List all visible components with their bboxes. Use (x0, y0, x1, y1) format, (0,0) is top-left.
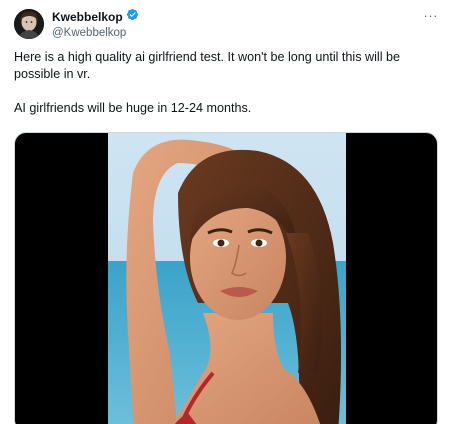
tweet-card: Kwebbelkop @Kwebbelkop ··· Here is a hig… (0, 0, 452, 424)
more-options-icon[interactable]: ··· (424, 8, 439, 23)
tweet-text-line-2: AI girlfriends will be huge in 12-24 mon… (14, 101, 252, 115)
avatar-photo-icon (14, 9, 44, 39)
tweet-media[interactable] (14, 132, 438, 424)
avatar[interactable] (14, 9, 44, 39)
tweet-text: Here is a high quality ai girlfriend tes… (14, 49, 434, 117)
author-display-name[interactable]: Kwebbelkop (52, 10, 123, 24)
author-block: Kwebbelkop @Kwebbelkop (52, 8, 139, 39)
photo-icon (108, 133, 346, 424)
author-name-row: Kwebbelkop (52, 8, 139, 26)
verified-badge-icon (126, 8, 139, 26)
tweet-text-line-1: Here is a high quality ai girlfriend tes… (14, 50, 401, 81)
author-handle[interactable]: @Kwebbelkop (52, 27, 139, 39)
